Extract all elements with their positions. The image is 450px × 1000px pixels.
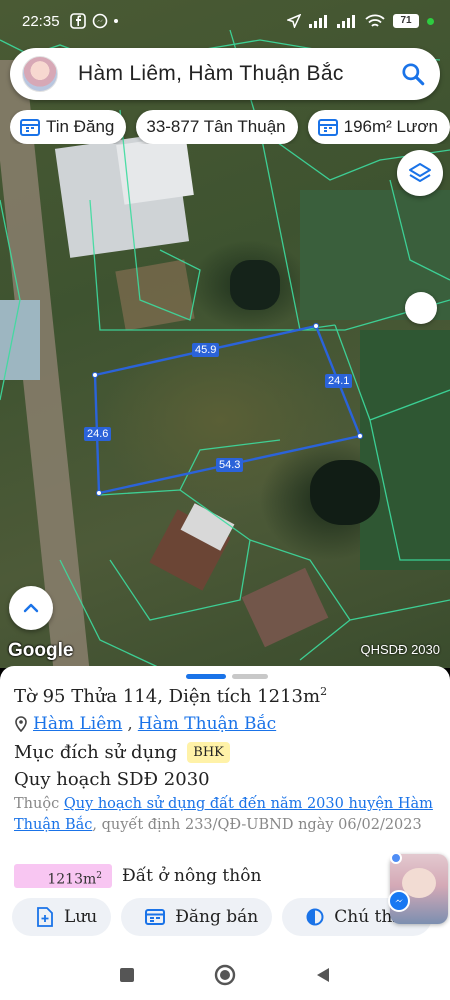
- purpose-label: Mục đích sử dụng: [14, 742, 178, 763]
- home-icon[interactable]: [213, 963, 237, 987]
- status-bar: 22:35 71: [0, 0, 450, 42]
- chat-head-badge: [390, 852, 402, 864]
- legend-icon: [306, 908, 324, 926]
- chat-head-bubble[interactable]: [390, 854, 448, 924]
- status-time: 22:35: [22, 12, 60, 30]
- measurement-bottom: 54.3: [216, 458, 244, 472]
- notification-icons: [69, 13, 118, 29]
- location-row: Hàm Liêm, Hàm Thuận Bắc: [14, 714, 276, 734]
- system-indicators: 71: [287, 14, 434, 29]
- chevron-up-icon: [23, 603, 39, 613]
- save-label: Lưu: [64, 907, 98, 927]
- parcel-title: Tờ 95 Thửa 114, Diện tích 1213m2: [14, 685, 327, 707]
- commune-link[interactable]: Hàm Liêm: [33, 714, 122, 734]
- avatar[interactable]: [22, 56, 58, 92]
- measurement-right: 24.1: [325, 374, 353, 388]
- map-control-dot[interactable]: [405, 292, 437, 324]
- battery-level: 71: [393, 14, 419, 28]
- signal-icon: [309, 15, 327, 28]
- listing-icon: [145, 909, 166, 925]
- measurement-top: 45.9: [192, 343, 220, 357]
- zoning-legend-row: 1213m2 Đất ở nông thôn: [14, 864, 261, 888]
- messenger-icon: [388, 890, 410, 912]
- facebook-icon: [69, 13, 86, 29]
- recents-icon[interactable]: [118, 966, 136, 984]
- cadastral-layer: [0, 29, 450, 668]
- map-view[interactable]: 45.9 24.1 24.6 54.3 22:35 71 Hàm Liêm, H…: [0, 0, 450, 668]
- location-arrow-icon: [287, 14, 301, 28]
- back-icon[interactable]: [314, 966, 332, 984]
- post-sale-label: Đăng bán: [175, 907, 259, 927]
- chip-tin-dang[interactable]: Tin Đăng: [10, 110, 127, 144]
- parcel-title-text: Tờ 95 Thửa 114, Diện tích 1213m: [14, 686, 321, 707]
- search-icon[interactable]: [400, 61, 426, 87]
- sheet-handle[interactable]: [186, 674, 268, 679]
- layers-icon: [409, 163, 431, 182]
- plan-title: Quy hoạch SDĐ 2030: [14, 769, 210, 790]
- plan-suffix: , quyết định 233/QĐ-UBND ngày 06/02/2023: [92, 817, 422, 833]
- wifi-icon: [365, 14, 385, 27]
- search-bar[interactable]: Hàm Liêm, Hàm Thuận Bắc: [10, 48, 440, 100]
- zoning-area-sup: 2: [96, 871, 102, 881]
- land-purpose-row: Mục đích sử dụng BHK: [14, 742, 230, 763]
- google-logo: Google: [8, 640, 74, 661]
- signal-icon: [337, 15, 355, 28]
- purpose-badge: BHK: [187, 742, 230, 763]
- plan-description: Thuộc Quy hoạch sử dụng đất đến năm 2030…: [14, 794, 434, 836]
- search-input[interactable]: Hàm Liêm, Hàm Thuận Bắc: [78, 62, 400, 86]
- measurement-left: 24.6: [84, 427, 112, 441]
- layers-button[interactable]: [397, 150, 443, 196]
- zoning-label: Đất ở nông thôn: [122, 866, 262, 886]
- calendar-icon: [317, 119, 338, 136]
- save-add-icon: [37, 907, 53, 927]
- post-sale-button[interactable]: Đăng bán: [121, 898, 273, 936]
- calendar-icon: [20, 119, 40, 136]
- zoning-area-chip: 1213m2: [14, 864, 112, 888]
- system-nav-bar: [0, 950, 450, 1000]
- zoning-area-value: 1213m: [47, 871, 97, 888]
- layer-label: QHSDĐ 2030: [360, 642, 440, 657]
- location-separator: ,: [127, 714, 133, 734]
- location-pin-icon: [15, 716, 27, 732]
- handle-inactive: [232, 674, 268, 679]
- messenger-icon: [92, 13, 107, 29]
- chip-label: Tin Đăng: [46, 117, 115, 136]
- district-link[interactable]: Hàm Thuận Bắc: [138, 714, 276, 734]
- chip-listing-id[interactable]: 33-877 Tân Thuận: [136, 110, 298, 144]
- chip-label: 33-877 Tân Thuận: [146, 117, 286, 136]
- handle-active: [186, 674, 226, 679]
- parcel-info-sheet[interactable]: Tờ 95 Thửa 114, Diện tích 1213m2 Hàm Liê…: [0, 666, 450, 950]
- action-buttons: Lưu Đăng bán Chú thích: [12, 898, 450, 936]
- parcel-title-sup: 2: [320, 685, 328, 698]
- expand-up-button[interactable]: [9, 586, 53, 630]
- chip-label: 196m² Lươn: [343, 117, 438, 136]
- filter-chips: Tin Đăng 33-877 Tân Thuận 196m² Lươn: [10, 110, 450, 144]
- camera-indicator-dot: [427, 17, 434, 25]
- plan-prefix: Thuộc: [14, 796, 60, 812]
- chip-listing-area[interactable]: 196m² Lươn: [307, 110, 450, 144]
- save-button[interactable]: Lưu: [12, 898, 112, 936]
- more-notifications-dot: [113, 19, 118, 23]
